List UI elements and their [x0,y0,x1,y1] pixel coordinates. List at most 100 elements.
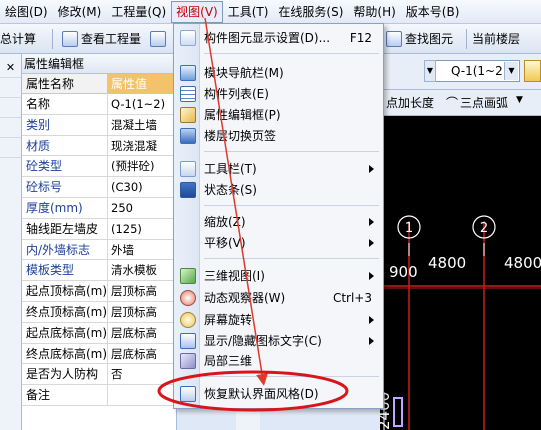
strip-tab[interactable] [0,98,21,118]
menu-item-toolbar[interactable]: 工具栏(T) [175,158,382,180]
menu-item-label: 楼层切换页签 [204,129,277,143]
report-icon [150,31,166,47]
table-row[interactable]: 类别 混凝土墙 [22,114,176,136]
menu-item-shortcut: F12 [349,31,372,45]
strip-tab[interactable] [0,118,21,138]
prop-value[interactable]: 清水模板 [108,260,176,280]
prop-value[interactable]: 层底标高 [108,344,176,364]
prop-value[interactable]: 层顶标高 [108,302,176,322]
menu-help[interactable]: 帮助(H) [348,1,400,23]
property-editor-icon [180,107,196,123]
table-row[interactable]: 模板类型 清水模板 [22,260,176,282]
prop-name: 起点底标高(m) [22,322,108,343]
current-floor-button[interactable]: 当前楼层 [472,28,520,50]
prop-value[interactable]: 层底标高 [108,323,176,343]
prop-value[interactable]: (预拌砼) [108,156,176,176]
prop-value[interactable]: 现浇混凝 [108,136,176,156]
prop-value[interactable]: (C30) [108,177,176,197]
menu-item-floor-tabs[interactable]: 楼层切换页签 [175,125,382,147]
prop-value[interactable]: 否 [108,364,176,384]
prop-value[interactable]: Q-1(1~2) [108,94,176,114]
arc-icon: ⌒ [446,96,459,110]
prop-name: 轴线距左墙皮 [22,218,108,239]
table-row[interactable]: 终点底标高(m) 层底标高 [22,343,176,365]
menu-item-module-nav[interactable]: 模块导航栏(M) [175,62,382,84]
calc-button[interactable]: 总计算 [0,28,36,50]
menu-view[interactable]: 视图(V) [171,1,223,23]
prop-value[interactable]: (125) [108,219,176,239]
menu-separator [204,376,379,377]
menu-item-dynamic-observer[interactable]: 动态观察器(W) Ctrl+3 [175,287,382,309]
rotate-icon [180,312,196,328]
menu-item-label: 平移(V) [204,236,246,250]
menu-item-component-list[interactable]: 构件列表(E) [175,83,382,105]
column-name-header: 属性名称 [22,74,108,94]
chevron-down-icon: ▼ [504,62,518,80]
menu-item-label: 模块导航栏(M) [204,66,284,80]
find-element-label: 查找图元 [405,32,454,46]
submenu-arrow-icon [369,218,374,226]
table-row[interactable]: 起点顶标高(m) 层顶标高 [22,281,176,302]
menu-modify[interactable]: 修改(M) [53,1,107,23]
menu-item-display-settings[interactable]: 构件图元显示设置(D)... F12 [175,27,382,49]
prop-value[interactable]: 外墙 [108,240,176,260]
prop-name: 模板类型 [22,260,108,281]
element-select[interactable]: Q-1(1~2 ▼ [434,60,520,82]
menu-item-restore-default-layout[interactable]: 恢复默认界面风格(D) [175,383,382,405]
prop-name: 内/外墙标志 [22,239,108,260]
table-row[interactable]: 是否为人防构否 [22,364,176,386]
drawing-canvas[interactable]: 1 2 900 4800 4800 2400 [375,116,541,430]
menu-separator [204,53,379,54]
menu-draw[interactable]: 绘图(D) [0,1,53,23]
menu-item-screen-rotate[interactable]: 屏幕旋转 [175,309,382,331]
menu-item-label: 恢复默认界面风格(D) [204,387,319,401]
table-row[interactable]: 名称 Q-1(1~2) [22,94,176,115]
table-row[interactable]: 轴线距左墙皮 (125) [22,218,176,240]
strip-tab[interactable] [0,78,21,98]
menu-item-label: 三维视图(I) [204,269,265,283]
prop-name: 是否为人防构 [22,364,108,385]
find-element-button[interactable]: 查找图元 [386,28,453,50]
menu-item-status-bar[interactable]: 状态条(S) [175,179,382,201]
chevron-down-icon[interactable]: ▼ [516,95,523,105]
three-point-arc-tool[interactable]: 三点画弧 [460,94,508,111]
table-row[interactable]: 备注 [22,385,176,406]
menu-item-property-editor[interactable]: 属性编辑框(P) [175,104,382,126]
table-row[interactable]: 材质 现浇混凝 [22,135,176,157]
menu-item-label: 屏幕旋转 [204,313,253,327]
table-row[interactable]: 砼标号 (C30) [22,177,176,198]
menu-tools[interactable]: 工具(T) [223,1,274,23]
menu-item-3d-view[interactable]: 三维视图(I) [175,265,382,287]
drawing-toolbar: Q-1(1~2 ▼ ▼ [380,54,541,90]
pick-icon[interactable] [524,60,541,82]
prop-value[interactable]: 250 [108,198,176,218]
toolbar-icon-button[interactable] [150,28,166,50]
menu-online[interactable]: 在线服务(S) [273,1,348,23]
axis-label-1: 1 [405,221,413,236]
view-quantity-button[interactable]: 查看工程量 [62,28,141,50]
dropdown-arrow-left[interactable]: ▼ [424,60,436,82]
prop-name: 砼类型 [22,156,108,177]
menu-quantity[interactable]: 工程量(Q) [106,1,171,23]
display-settings-icon [180,30,196,46]
menu-item-label: 缩放(Z) [204,215,246,229]
table-row[interactable]: 内/外墙标志 外墙 [22,239,176,261]
table-row[interactable]: 厚度(mm) 250 [22,197,176,219]
prop-value[interactable]: 混凝土墙 [108,115,176,135]
close-icon[interactable]: ✕ [0,58,21,78]
menu-item-zoom[interactable]: 缩放(Z) [175,211,382,233]
strip-tab[interactable] [0,138,21,158]
menu-item-pan[interactable]: 平移(V) [175,232,382,254]
add-length-tool[interactable]: 点加长度 [386,94,434,111]
submenu-arrow-icon [369,165,374,173]
prop-value[interactable] [108,385,176,405]
table-row[interactable]: 终点顶标高(m) 层顶标高 [22,301,176,323]
property-panel: 属性编辑框 属性名称 属性值 名称 Q-1(1~2) 类别 混凝土墙 材质 现浇混凝 … [22,54,177,430]
menu-item-toggle-icon-text[interactable]: 显示/隐藏图标文字(C) [175,330,382,352]
toolbar-icon [180,161,196,177]
menu-version[interactable]: 版本号(B) [401,1,465,23]
menu-item-local-3d[interactable]: 局部三维 [175,350,382,372]
table-row[interactable]: 砼类型 (预拌砼) [22,156,176,178]
table-row[interactable]: 起点底标高(m) 层底标高 [22,322,176,344]
prop-value[interactable]: 层顶标高 [108,281,176,301]
